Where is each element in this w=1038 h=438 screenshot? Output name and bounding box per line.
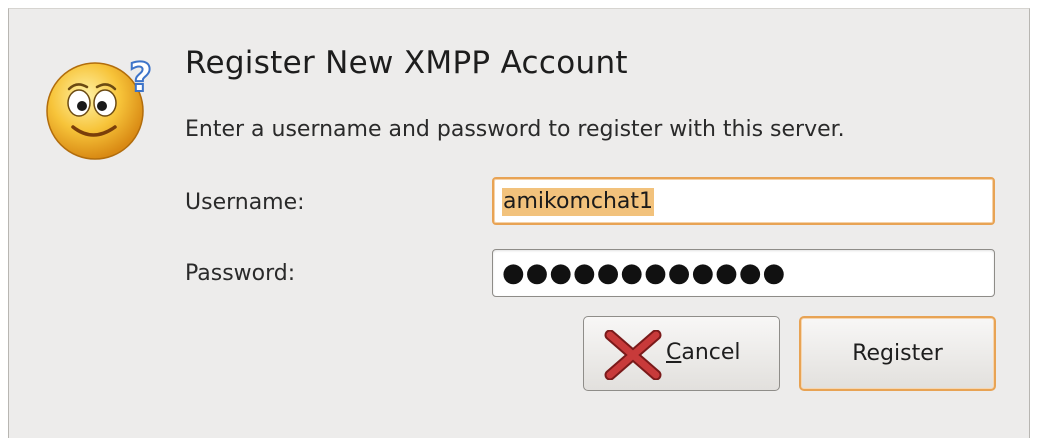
password-input[interactable]: ●●●●●●●●●●●● (492, 249, 995, 297)
red-x-icon (604, 329, 662, 381)
dialog-subtitle: Enter a username and password to registe… (185, 117, 845, 142)
username-value: amikomchat1 (502, 188, 655, 216)
password-masked-value: ●●●●●●●●●●●● (502, 258, 787, 288)
username-label: Username: (185, 190, 305, 215)
svg-text:?: ? (129, 55, 152, 101)
username-input[interactable]: amikomchat1 (492, 177, 995, 225)
register-dialog: ? Register New XMPP Account Enter a user… (8, 8, 1030, 438)
cancel-button[interactable]: Cancel (583, 316, 780, 391)
cancel-label: Cancel (666, 340, 741, 365)
dialog-title: Register New XMPP Account (185, 45, 628, 81)
password-label: Password: (185, 261, 296, 286)
register-label: Register (852, 341, 943, 366)
register-button[interactable]: Register (799, 316, 996, 391)
smiley-question-icon: ? (43, 45, 163, 165)
